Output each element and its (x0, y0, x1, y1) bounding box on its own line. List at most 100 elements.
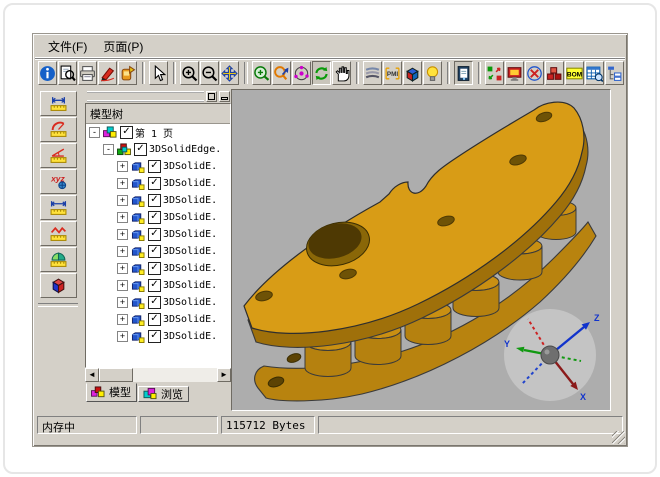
expand-toggle[interactable]: + (117, 195, 128, 206)
refresh-view-button[interactable] (312, 61, 331, 85)
info-button[interactable] (38, 61, 57, 85)
part-checkbox[interactable]: ✓ (148, 330, 161, 343)
dock-maximize-button[interactable] (206, 91, 217, 102)
tree-item-part[interactable]: + ✓ 3DSolidE. (86, 277, 230, 294)
scrollbar-thumb[interactable] (99, 368, 133, 382)
viewport-canvas[interactable]: Z X Y (231, 89, 611, 411)
measure-distance-button[interactable] (40, 195, 77, 220)
zoom-select-button[interactable] (272, 61, 291, 85)
scroll-left-button[interactable]: ◄ (85, 368, 99, 382)
tree-item-part[interactable]: + ✓ 3DSolidE. (86, 175, 230, 192)
hand-pan-button[interactable] (332, 61, 351, 85)
zoom-window-icon (253, 65, 270, 82)
tree-item-part[interactable]: + ✓ 3DSolidE. (86, 294, 230, 311)
measure-horizontal-button[interactable] (40, 91, 77, 116)
expand-toggle[interactable]: + (117, 331, 128, 342)
pan-move-button[interactable] (220, 61, 239, 85)
expand-toggle[interactable]: + (117, 297, 128, 308)
tree-item-part[interactable]: + ✓ 3DSolidE. (86, 260, 230, 277)
tree-item-part[interactable]: + ✓ 3DSolidE. (86, 243, 230, 260)
tree-item-part[interactable]: + ✓ 3DSolidE. (86, 328, 230, 345)
menu-page[interactable]: 页面(P) (96, 36, 150, 57)
part-checkbox[interactable]: ✓ (148, 194, 161, 207)
tree-item-part[interactable]: + ✓ 3DSolidE. (86, 226, 230, 243)
resize-grip[interactable] (612, 431, 625, 444)
part-checkbox[interactable]: ✓ (148, 313, 161, 326)
toolbar-separator (356, 62, 359, 84)
part-checkbox[interactable]: ✓ (148, 245, 161, 258)
section-box-button[interactable] (40, 273, 77, 298)
expand-toggle[interactable]: + (117, 246, 128, 257)
part-icon (130, 279, 146, 292)
assembly-checkbox[interactable]: ✓ (134, 143, 147, 156)
expand-toggle[interactable]: + (117, 229, 128, 240)
render-mode-button[interactable] (505, 61, 524, 85)
print-preview-button[interactable] (58, 61, 77, 85)
expand-toggle[interactable]: + (117, 280, 128, 291)
zoom-in-button[interactable] (180, 61, 199, 85)
layers-button[interactable] (363, 61, 382, 85)
part-checkbox[interactable]: ✓ (148, 296, 161, 309)
pmi-button[interactable]: PMI (383, 61, 402, 85)
tree-item-part[interactable]: + ✓ 3DSolidE. (86, 209, 230, 226)
notebook-button[interactable] (454, 61, 473, 85)
model-tab-icon (90, 386, 106, 399)
axis-indicator[interactable]: Z X Y (504, 309, 600, 402)
assembly-button[interactable] (545, 61, 564, 85)
expand-toggle[interactable]: + (117, 212, 128, 223)
measure-curve-button[interactable] (40, 221, 77, 246)
dock-hide-button[interactable] (219, 91, 230, 102)
expand-toggle[interactable]: + (117, 314, 128, 325)
rotate-view-button[interactable] (292, 61, 311, 85)
tree-item-page[interactable]: - ✓ 第 1 页 (86, 124, 230, 141)
report-table-button[interactable] (585, 61, 604, 85)
measure-area-button[interactable] (40, 247, 77, 272)
scroll-right-button[interactable]: ► (217, 368, 231, 382)
measure-area-icon (50, 251, 67, 268)
pmi-icon: PMI (384, 65, 401, 82)
measure-angle-icon (50, 147, 67, 164)
lighting-icon (424, 65, 441, 82)
dock-header[interactable] (85, 89, 231, 104)
tree-view-button[interactable] (605, 61, 624, 85)
export-button[interactable] (118, 61, 137, 85)
collapse-toggle[interactable]: - (89, 127, 100, 138)
expand-toggle[interactable]: + (117, 178, 128, 189)
zoom-window-button[interactable] (252, 61, 271, 85)
page-checkbox[interactable]: ✓ (120, 126, 133, 139)
tree-item-part[interactable]: + ✓ 3DSolidE. (86, 158, 230, 175)
markup-pen-button[interactable] (98, 61, 117, 85)
lighting-button[interactable] (423, 61, 442, 85)
measure-angle-button[interactable] (40, 143, 77, 168)
part-checkbox[interactable]: ✓ (148, 279, 161, 292)
move-part-button[interactable] (525, 61, 544, 85)
tree-horizontal-scrollbar[interactable]: ◄ ► (85, 368, 231, 382)
tree-item-part[interactable]: + ✓ 3DSolidE. (86, 192, 230, 209)
status-bar: 内存中 115712 Bytes (35, 414, 625, 436)
tree-item-label: 3DSolidE. (163, 195, 217, 206)
bom-button[interactable]: BOM (565, 61, 584, 85)
print-button[interactable] (78, 61, 97, 85)
menu-file[interactable]: 文件(F) (41, 36, 94, 57)
expand-toggle[interactable]: + (117, 263, 128, 274)
explode-button[interactable] (485, 61, 504, 85)
dock-grip-handle[interactable] (87, 91, 204, 102)
measure-radius-button[interactable] (40, 117, 77, 142)
part-icon (130, 160, 146, 173)
tree-item-assembly[interactable]: - ✓ 3DSolidEdge. (86, 141, 230, 158)
zoom-out-button[interactable] (200, 61, 219, 85)
expand-toggle[interactable]: + (117, 161, 128, 172)
part-checkbox[interactable]: ✓ (148, 160, 161, 173)
part-checkbox[interactable]: ✓ (148, 177, 161, 190)
part-checkbox[interactable]: ✓ (148, 262, 161, 275)
tab-browse[interactable]: 浏览 (138, 386, 189, 402)
view-orientation-button[interactable] (403, 61, 422, 85)
tab-model[interactable]: 模型 (86, 383, 137, 402)
tree-item-part[interactable]: + ✓ 3DSolidE. (86, 311, 230, 328)
measure-coordinate-button[interactable]: xyz (40, 169, 77, 194)
select-cursor-button[interactable] (149, 61, 168, 85)
part-checkbox[interactable]: ✓ (148, 228, 161, 241)
collapse-toggle[interactable]: - (103, 144, 114, 155)
tree-item-label: 3DSolidE. (163, 314, 217, 325)
part-checkbox[interactable]: ✓ (148, 211, 161, 224)
